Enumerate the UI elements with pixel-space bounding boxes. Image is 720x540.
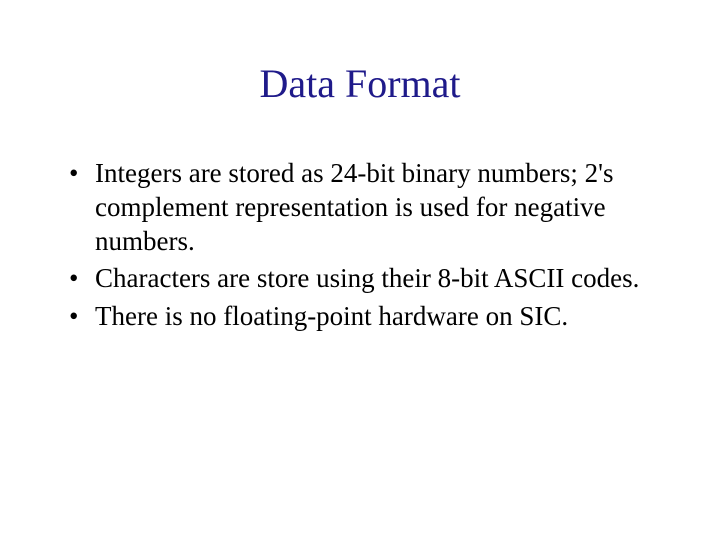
bullet-item: Integers are stored as 24-bit binary num…: [65, 157, 655, 258]
bullet-list: Integers are stored as 24-bit binary num…: [65, 157, 655, 334]
slide-title: Data Format: [65, 60, 655, 107]
slide-container: Data Format Integers are stored as 24-bi…: [0, 0, 720, 540]
bullet-item: There is no floating-point hardware on S…: [65, 300, 655, 334]
bullet-item: Characters are store using their 8-bit A…: [65, 262, 655, 296]
